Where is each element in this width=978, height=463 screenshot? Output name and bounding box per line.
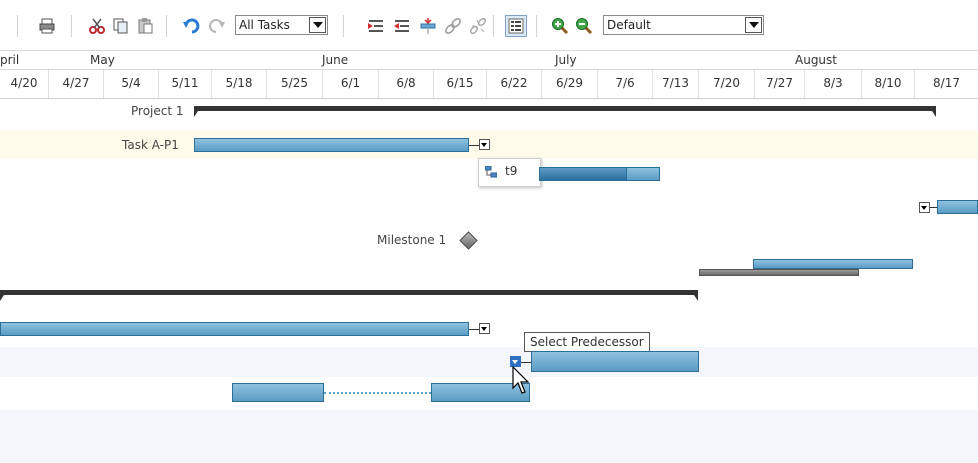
milestone-label: Milestone 1 [377,233,447,247]
toolbar-separator [17,15,18,37]
week-label: 4/27 [48,70,103,98]
timeline-months: pril May June July August [0,50,978,69]
timeline-weeks: 4/20 4/27 5/4 5/11 5/18 5/25 6/1 6/8 6/1… [0,69,978,99]
outdent-icon[interactable] [391,15,413,37]
dependency-connector [521,362,531,363]
toolbar-separator [166,15,167,37]
mouse-cursor-icon [512,365,530,399]
task-label: Project 1 [131,104,184,118]
tasks-filter-select[interactable]: All Tasks [235,15,328,35]
week-label: 6/15 [433,70,486,98]
chevron-down-icon[interactable] [309,17,326,33]
week-label: 6/1 [322,70,378,98]
task-hierarchy-icon [484,165,498,181]
week-label: 7/27 [754,70,804,98]
split-connector [324,392,431,394]
month-label: July [555,53,577,67]
unlink-icon[interactable] [467,15,489,37]
row-highlight [0,347,978,377]
week-label: 7/6 [597,70,652,98]
month-label: August [795,53,837,67]
week-label: 5/11 [158,70,211,98]
link-icon[interactable] [442,15,464,37]
task-bar[interactable] [232,383,324,402]
week-label: 5/4 [103,70,158,98]
dependency-connector [469,145,479,146]
popup-item-label[interactable]: t9 [505,164,517,178]
redo-icon[interactable] [205,15,227,37]
week-label: 5/18 [211,70,266,98]
toolbar: All Tasks Default [0,0,978,50]
cut-icon[interactable] [86,15,108,37]
list-view-icon[interactable] [505,15,527,37]
task-bar[interactable] [194,138,469,152]
week-label: 7/13 [652,70,698,98]
week-label: 6/8 [378,70,433,98]
predecessor-dropdown-button[interactable] [919,202,930,213]
predecessor-popup: t9 [478,158,541,187]
project-summary-bar[interactable] [194,106,936,117]
week-label: 6/22 [486,70,541,98]
tasks-filter-value: All Tasks [239,18,290,32]
undo-icon[interactable] [181,15,203,37]
week-label: 5/25 [266,70,322,98]
print-icon[interactable] [36,15,58,37]
predecessor-dropdown-button[interactable] [479,139,490,150]
insert-task-icon[interactable] [417,15,439,37]
project-summary-bar[interactable] [0,290,698,301]
toolbar-separator [343,15,344,37]
predecessor-dropdown-button[interactable] [479,323,490,334]
toolbar-separator [71,15,72,37]
tooltip: Select Predecessor [524,332,650,352]
zoom-out-icon[interactable] [573,15,595,37]
zoom-preset-select[interactable]: Default [603,15,764,35]
task-bar[interactable] [531,351,699,372]
month-label: May [90,53,115,67]
task-label: Task A-P1 [122,138,179,152]
zoom-in-icon[interactable] [549,15,571,37]
copy-icon[interactable] [109,15,131,37]
milestone-marker[interactable] [459,231,478,250]
baseline-bar [699,269,859,276]
week-label: 8/3 [804,70,861,98]
month-label: June [322,53,349,67]
zoom-preset-value: Default [607,18,651,32]
task-progress-bar [539,167,627,181]
week-label: 8/10 [861,70,914,98]
week-label: 4/20 [10,76,38,90]
empty-area [0,410,978,463]
paste-icon[interactable] [134,15,156,37]
task-bar[interactable] [0,322,469,336]
month-label: pril [0,53,20,67]
task-bar[interactable] [937,200,978,214]
week-label: 6/29 [541,70,597,98]
chevron-down-icon[interactable] [745,17,762,33]
toolbar-separator [493,15,494,37]
indent-icon[interactable] [365,15,387,37]
task-bar[interactable] [753,259,913,269]
week-label: 8/17 [914,70,978,98]
dependency-connector [469,329,479,330]
week-label: 7/20 [698,70,754,98]
toolbar-separator [536,15,537,37]
